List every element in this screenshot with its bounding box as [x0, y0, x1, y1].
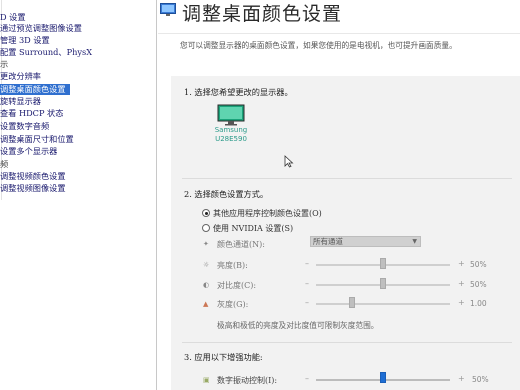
vibrance-increase[interactable]: + — [458, 374, 465, 383]
gamma-icon: ▲ — [203, 300, 209, 308]
page-description: 您可以调整显示器的桌面颜色设置，如果您使用的是电视机，也可提升画面质量。 — [180, 41, 457, 50]
gamma-value: 1.00 — [470, 299, 487, 308]
brightness-value: 50% — [470, 260, 487, 269]
contrast-thumb[interactable] — [380, 278, 386, 289]
tree-item-rotate-display[interactable]: 旋转显示器 — [0, 96, 41, 107]
page-header: 调整桌面颜色设置 — [158, 0, 520, 34]
chevron-down-icon: ▼ — [412, 238, 417, 245]
radio-other-app-control[interactable] — [202, 209, 210, 217]
gamma-thumb[interactable] — [349, 297, 356, 308]
contrast-icon: ◐ — [203, 281, 210, 289]
gamma-label: 灰度(G): — [217, 300, 249, 309]
tree-item-video-color[interactable]: 调整视频颜色设置 — [0, 171, 66, 182]
contrast-label: 对比度(C): — [217, 281, 257, 290]
contrast-decrease[interactable]: – — [305, 279, 309, 288]
tree-item-video-image[interactable]: 调整视频图像设置 — [0, 183, 66, 194]
step2-title: 2. 选择颜色设置方式。 — [184, 189, 269, 199]
radio-use-nvidia[interactable] — [202, 224, 210, 232]
tree-category-video[interactable]: 频 — [0, 159, 8, 170]
vibrance-icon: ▣ — [203, 376, 210, 384]
channel-icon: ✦ — [203, 240, 209, 248]
tree-item-multiple-displays[interactable]: 设置多个显示器 — [0, 146, 57, 157]
page-title: 调整桌面颜色设置 — [182, 3, 343, 25]
contrast-increase[interactable]: + — [458, 279, 465, 288]
tree-item-view-hdcp[interactable]: 查看 HDCP 状态 — [0, 108, 63, 119]
channel-dropdown-value: 所有通道 — [313, 237, 343, 246]
vibrance-label: 数字振动控制(I): — [217, 376, 278, 385]
monitor-name[interactable]: Samsung U28E590 — [212, 126, 250, 144]
vibrance-value: 50% — [472, 375, 489, 384]
step3-title: 3. 应用以下增强功能: — [184, 352, 263, 362]
tree-item-change-resolution[interactable]: 更改分辨率 — [0, 71, 41, 82]
range-note: 极高和极低的亮度及对比度值可限制灰度范围。 — [217, 321, 379, 330]
monitor-icon[interactable] — [217, 104, 245, 126]
gamma-increase[interactable]: + — [458, 298, 465, 307]
vibrance-thumb[interactable] — [380, 372, 386, 383]
desktop-color-icon — [160, 3, 176, 16]
mouse-cursor-icon — [284, 155, 294, 168]
brightness-label: 亮度(B): — [217, 261, 248, 270]
brightness-increase[interactable]: + — [458, 259, 465, 268]
divider — [182, 178, 512, 179]
step1-title: 1. 选择您希望更改的显示器。 — [184, 87, 293, 97]
tree-item-adjust-desktop-color[interactable]: 调整桌面颜色设置 — [0, 84, 70, 95]
brightness-decrease[interactable]: – — [305, 259, 309, 268]
vibrance-decrease[interactable]: – — [305, 374, 309, 383]
nvidia-control-panel: D 设置 通过预览调整图像设置 管理 3D 设置 配置 Surround、Phy… — [0, 0, 520, 390]
task-tree[interactable]: D 设置 通过预览调整图像设置 管理 3D 设置 配置 Surround、Phy… — [0, 0, 157, 390]
tree-item-digital-audio[interactable]: 设置数字音频 — [0, 121, 49, 132]
monitor-brand: Samsung — [214, 126, 248, 134]
brightness-thumb[interactable] — [380, 258, 386, 269]
divider — [182, 342, 512, 343]
tree-item-adjust-image-preview[interactable]: 通过预览调整图像设置 — [0, 23, 82, 34]
tree-category-display[interactable]: 示 — [0, 59, 8, 70]
radio-use-nvidia-label: 使用 NVIDIA 设置(S) — [213, 224, 294, 233]
channel-dropdown[interactable]: 所有通道 ▼ — [310, 236, 421, 247]
tree-item-3d-settings[interactable]: D 设置 — [0, 12, 26, 23]
gamma-track[interactable] — [316, 303, 450, 305]
channel-label: 颜色通道(N): — [217, 240, 265, 249]
contrast-value: 50% — [470, 280, 487, 289]
tree-item-configure-surround[interactable]: 配置 Surround、PhysX — [0, 47, 92, 58]
radio-other-app-label: 其他应用程序控制颜色设置(O) — [213, 209, 322, 218]
tree-item-manage-3d[interactable]: 管理 3D 设置 — [0, 35, 50, 46]
brightness-icon: ☼ — [203, 261, 210, 269]
gamma-decrease[interactable]: – — [305, 298, 309, 307]
tree-item-desktop-size[interactable]: 调整桌面尺寸和位置 — [0, 134, 74, 145]
monitor-model: U28E590 — [215, 135, 247, 143]
